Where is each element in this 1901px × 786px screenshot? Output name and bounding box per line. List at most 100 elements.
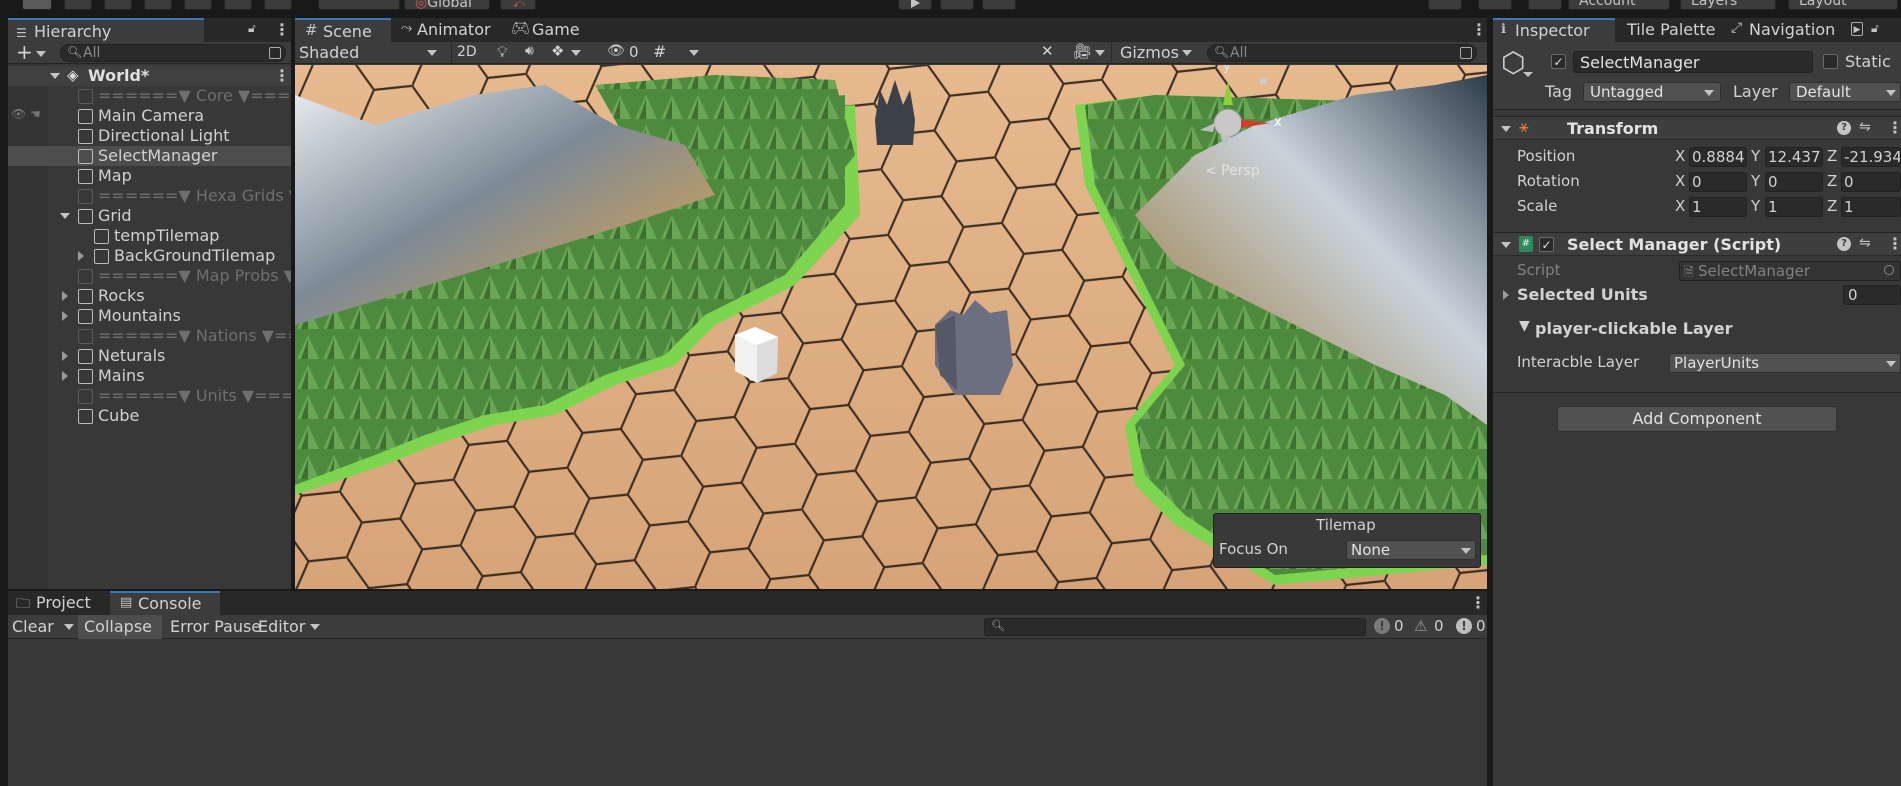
editor-dropdown[interactable]: Editor [254,615,324,639]
effects-chevron-icon[interactable] [571,50,581,56]
grid-snapping-icon[interactable]: # [653,42,666,61]
axis-z-label[interactable]: Z [1827,197,1837,215]
transform-tool-button[interactable] [224,0,252,10]
rotation-y-field[interactable]: 0 [1765,172,1823,192]
rotate-tool-button[interactable] [104,0,132,10]
tab-scene[interactable]: # Scene [295,18,391,42]
collapse-arrow-icon[interactable] [78,251,84,261]
transform-more-icon[interactable]: ⋮ [1887,118,1901,137]
pickable-hand-icon[interactable]: ☚ [30,107,41,121]
console-search-input[interactable]: 🔍︎ [984,618,1366,636]
error-pause-toggle[interactable]: Error Pause [164,615,261,639]
transform-help-icon[interactable]: ? [1837,121,1851,135]
camera-icon[interactable]: 🎥︎ [1073,42,1092,60]
shading-mode-dropdown[interactable]: Shaded [295,42,443,64]
effects-toggle-icon[interactable]: ❖ [551,42,564,60]
list-item[interactable]: SelectManager [8,146,291,166]
script-enabled-checkbox[interactable]: ✓ [1539,237,1554,252]
list-item[interactable]: Directional Light [8,126,291,146]
list-item[interactable]: ======▼ Nations ▼== [8,326,291,346]
tab-game[interactable]: 🎮︎ Game [501,18,597,42]
log-count-toggle[interactable]: ! 0 [1372,615,1410,639]
list-item[interactable]: Mountains [8,306,291,326]
axis-x-label[interactable]: X [1675,172,1685,190]
toggle-2d-button[interactable]: 2D [451,43,481,63]
rotation-x-field[interactable]: 0 [1689,172,1747,192]
step-button[interactable] [982,0,1016,10]
move-tool-button[interactable] [64,0,92,10]
scene-search-options-icon[interactable] [1460,47,1472,59]
transform-expand-icon[interactable] [1501,126,1511,132]
more-menu-icon[interactable]: ⋮ [274,20,290,39]
axis-y-label[interactable]: Y [1751,197,1760,215]
script-reference-field[interactable]: 🗎 SelectManager [1679,261,1901,281]
hidden-objects-toggle[interactable]: 👁︎ 0 [607,43,643,63]
axis-y-label[interactable]: Y [1751,172,1760,190]
script-expand-icon[interactable] [1501,242,1511,248]
position-y-field[interactable]: 12.437 [1765,147,1823,167]
scene-viewport[interactable]: y x < Persp Tilemap Focus On None [295,65,1487,589]
selected-units-row[interactable]: Selected Units 0 [1493,284,1901,306]
clear-button[interactable]: Clear [8,615,76,639]
tab-console[interactable]: ▤ Console [110,591,220,615]
tools-icon[interactable]: ✕ [1041,42,1054,60]
hierarchy-tab[interactable]: ☰ Hierarchy [8,18,204,42]
axis-z-label[interactable]: Z [1827,172,1837,190]
list-item[interactable]: ======▼ Hexa Grids ▼ [8,186,291,206]
pivot-button[interactable] [318,0,400,10]
tab-project[interactable]: 🗀 Project [8,591,110,615]
lighting-toggle-icon[interactable]: 💡︎ [497,43,508,61]
custom-tool-button[interactable] [264,0,292,10]
cloud-button[interactable] [1528,0,1562,10]
list-item[interactable]: tempTilemap [8,226,291,246]
search-options-icon[interactable] [269,47,281,59]
add-dropdown-chevron-icon[interactable] [36,51,46,57]
object-picker-icon[interactable] [1884,265,1894,275]
expand-arrow-icon[interactable] [60,213,70,219]
rect-tool-button[interactable] [184,0,212,10]
console-log-area[interactable] [8,640,1487,786]
tab-navigation[interactable]: ⤢ Navigation [1725,18,1849,42]
position-z-field[interactable]: -21.934 [1841,147,1901,167]
selected-units-size-field[interactable]: 0 [1843,285,1901,305]
transform-preset-icon[interactable]: ⇋ [1859,119,1871,135]
persp-label[interactable]: < Persp [1205,163,1260,179]
scale-z-field[interactable]: 1 [1841,197,1901,217]
rotation-z-field[interactable]: 0 [1841,172,1901,192]
axis-x-label[interactable]: X [1675,197,1685,215]
transform-header[interactable]: ⚹ Transform ? ⇋ ⋮ [1493,116,1901,140]
play-button[interactable] [898,0,932,10]
list-item[interactable]: Mains [8,366,291,386]
lock-icon[interactable]: 🔓︎ [248,21,256,36]
layout-dropdown[interactable]: Layout [1788,0,1898,10]
tab-animator[interactable]: ⤳ Animator [391,18,501,42]
list-item[interactable]: Rocks [8,286,291,306]
layer-dropdown[interactable]: Default [1789,82,1901,102]
scale-x-field[interactable]: 1 [1689,197,1747,217]
global-button[interactable]: ◎Global [404,0,490,11]
pause-button[interactable] [940,0,974,10]
list-item[interactable]: Grid [8,206,291,226]
scene-search-input[interactable]: 🔍︎ All [1207,44,1477,62]
list-item[interactable]: ======▼ Map Probs ▼ [8,266,291,286]
error-count-toggle[interactable]: ! 0 [1454,615,1487,639]
static-checkbox[interactable] [1823,54,1838,69]
list-item[interactable]: ======▼ Units ▼=== [8,386,291,406]
snap-button[interactable]: ⤺ [500,0,536,10]
scene-root-row[interactable]: ◈ World* ⋮ [8,66,291,86]
scene-more-menu-icon[interactable]: ⋮ [1471,20,1487,39]
list-item[interactable]: Cube [8,406,291,426]
camera-chevron-icon[interactable] [1095,50,1105,56]
console-more-icon[interactable]: ⋮ [1470,593,1486,612]
add-component-button[interactable]: Add Component [1557,406,1837,432]
interactable-layer-dropdown[interactable]: PlayerUnits [1669,353,1901,373]
audio-toggle-icon[interactable]: 🔊︎ [525,43,534,59]
search-button[interactable] [1428,0,1462,10]
script-preset-icon[interactable]: ⇋ [1859,235,1871,251]
script-help-icon[interactable]: ? [1837,237,1851,251]
hierarchy-search-input[interactable]: 🔍︎ All [60,44,286,62]
scene-more-icon[interactable]: ⋮ [274,66,290,85]
grid-chevron-icon[interactable] [689,50,699,56]
focus-on-dropdown[interactable]: None [1346,540,1476,560]
scale-y-field[interactable]: 1 [1765,197,1823,217]
